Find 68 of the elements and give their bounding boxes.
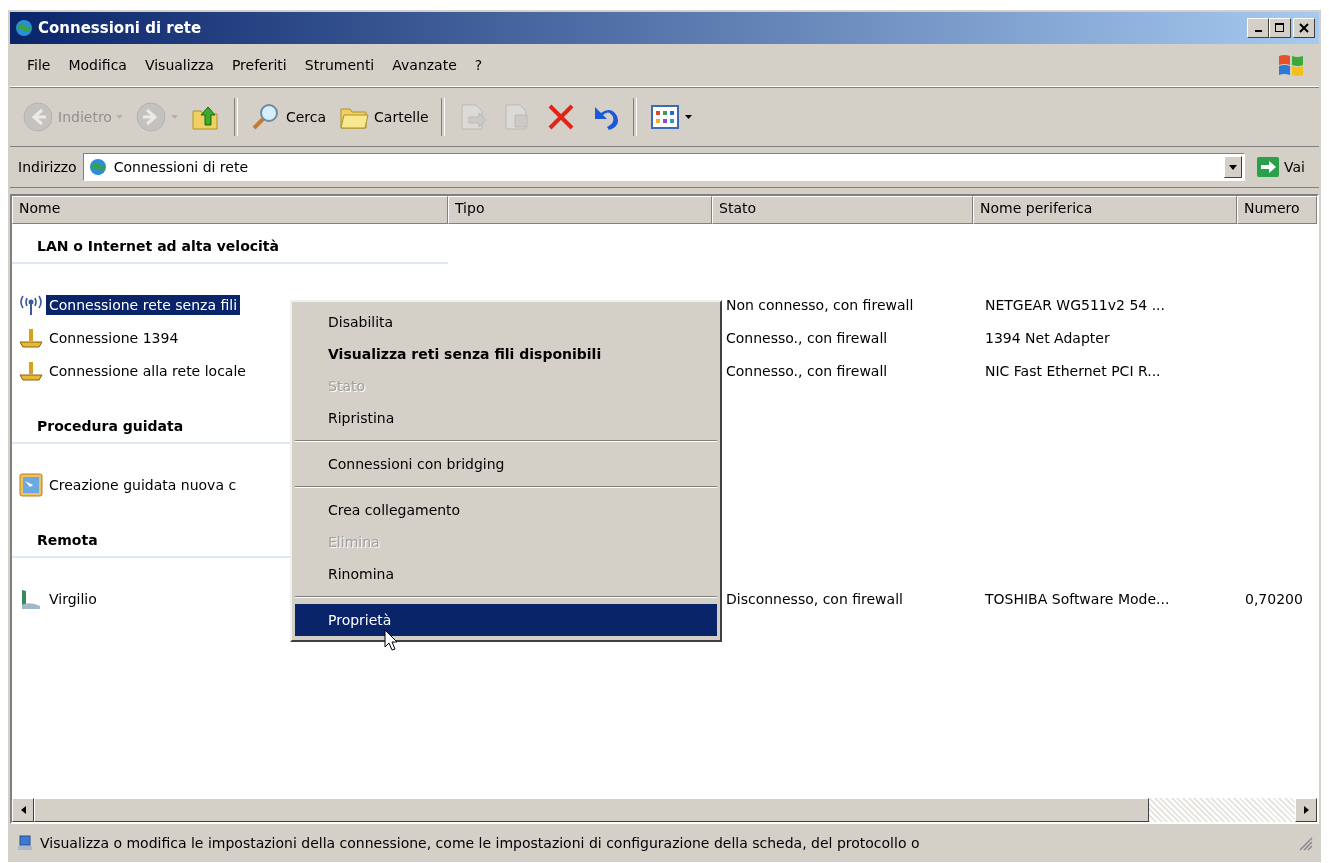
caret-icon <box>170 115 178 119</box>
connection-name[interactable]: Virgilio <box>46 588 100 609</box>
dropdown-button[interactable] <box>1224 156 1243 178</box>
window-title: Connessioni di rete <box>38 19 203 37</box>
context-menu-item[interactable]: Crea collegamento <box>295 494 717 526</box>
table-cell: Connesso., con firewall <box>726 362 888 379</box>
go-button[interactable]: Vai <box>1249 155 1313 179</box>
folders-button[interactable]: Cartelle <box>334 99 433 135</box>
column-header[interactable]: Tipo <box>448 196 712 224</box>
wizard-icon <box>18 472 44 497</box>
column-header[interactable]: Numero <box>1237 196 1317 224</box>
menu-item[interactable]: Strumenti <box>295 57 384 73</box>
connection-name[interactable]: Connessione alla rete locale <box>46 360 249 381</box>
close-button[interactable] <box>1293 18 1315 38</box>
connection-name[interactable]: Connessione 1394 <box>46 327 182 348</box>
context-menu-item[interactable]: Proprietà <box>295 604 717 636</box>
context-menu-item[interactable]: Visualizza reti senza fili disponibili <box>295 338 717 370</box>
context-menu-item[interactable]: Disabilita <box>295 306 717 338</box>
context-menu-item[interactable]: Connessioni con bridging <box>295 448 717 480</box>
menu-item[interactable]: Visualizza <box>135 57 223 73</box>
windows-flag-icon <box>1277 52 1305 78</box>
computer-icon <box>16 834 34 852</box>
close-icon <box>1299 23 1309 33</box>
column-header[interactable]: Nome <box>12 196 448 224</box>
status-text: Visualizza o modifica le impostazioni della connessione, come le impostazioni di configurazione della scheda, del protocollo o <box>40 835 921 851</box>
table-cell: 1394 Net Adapter <box>985 329 1110 346</box>
left-arrow-icon <box>20 806 26 814</box>
maximize-icon <box>1275 23 1285 33</box>
minimize-icon <box>1254 30 1262 32</box>
menu-item[interactable]: Preferiti <box>222 57 296 73</box>
caret-icon <box>115 115 123 119</box>
table-cell: Connesso., con firewall <box>726 329 888 346</box>
column-header[interactable]: Stato <box>712 196 973 224</box>
group-heading: Procedura guidata <box>37 418 184 434</box>
network-icon <box>18 326 44 349</box>
table-cell: TOSHIBA Software Mode... <box>985 590 1170 607</box>
table-cell: NETGEAR WG511v2 54 ... <box>985 296 1165 313</box>
antenna-icon <box>18 293 44 316</box>
connection-name[interactable]: Creazione guidata nuova c <box>46 474 240 495</box>
scroll-right-button[interactable] <box>1295 798 1317 822</box>
globe-icon <box>14 18 34 38</box>
globe-icon <box>87 157 108 177</box>
table-cell: Disconnesso, con firewall <box>726 590 903 607</box>
caret-icon <box>684 115 692 119</box>
menu-item[interactable]: ? <box>465 57 492 73</box>
context-menu-item[interactable]: Rinomina <box>295 558 717 590</box>
maximize-button[interactable] <box>1269 18 1291 38</box>
connection-name[interactable]: Connessione rete senza fili <box>46 294 241 315</box>
mouse-cursor-icon <box>384 629 398 651</box>
group-heading: LAN o Internet ad alta velocità <box>37 238 279 254</box>
column-header[interactable]: Nome periferica <box>973 196 1237 224</box>
right-arrow-icon <box>1303 806 1309 814</box>
menu-item[interactable]: Modifica <box>59 57 136 73</box>
menu-item[interactable]: File <box>18 57 60 73</box>
search-button[interactable]: Cerca <box>245 99 331 135</box>
resize-grip-icon[interactable] <box>1297 835 1313 851</box>
scroll-left-button[interactable] <box>12 798 34 822</box>
table-cell: Non connesso, con firewall <box>726 296 914 313</box>
address-label: Indirizzo <box>17 159 78 175</box>
context-menu-item[interactable]: Ripristina <box>295 402 717 434</box>
menu-item[interactable]: Avanzate <box>383 57 466 73</box>
group-heading: Remota <box>37 532 98 548</box>
minimize-button[interactable] <box>1247 18 1269 38</box>
table-cell: NIC Fast Ethernet PCI R... <box>985 362 1161 379</box>
caret-icon <box>1229 164 1238 170</box>
address-field[interactable]: Connessioni di rete <box>82 153 1246 181</box>
network-icon <box>18 359 44 382</box>
table-cell: 0,70200 <box>1245 590 1303 607</box>
